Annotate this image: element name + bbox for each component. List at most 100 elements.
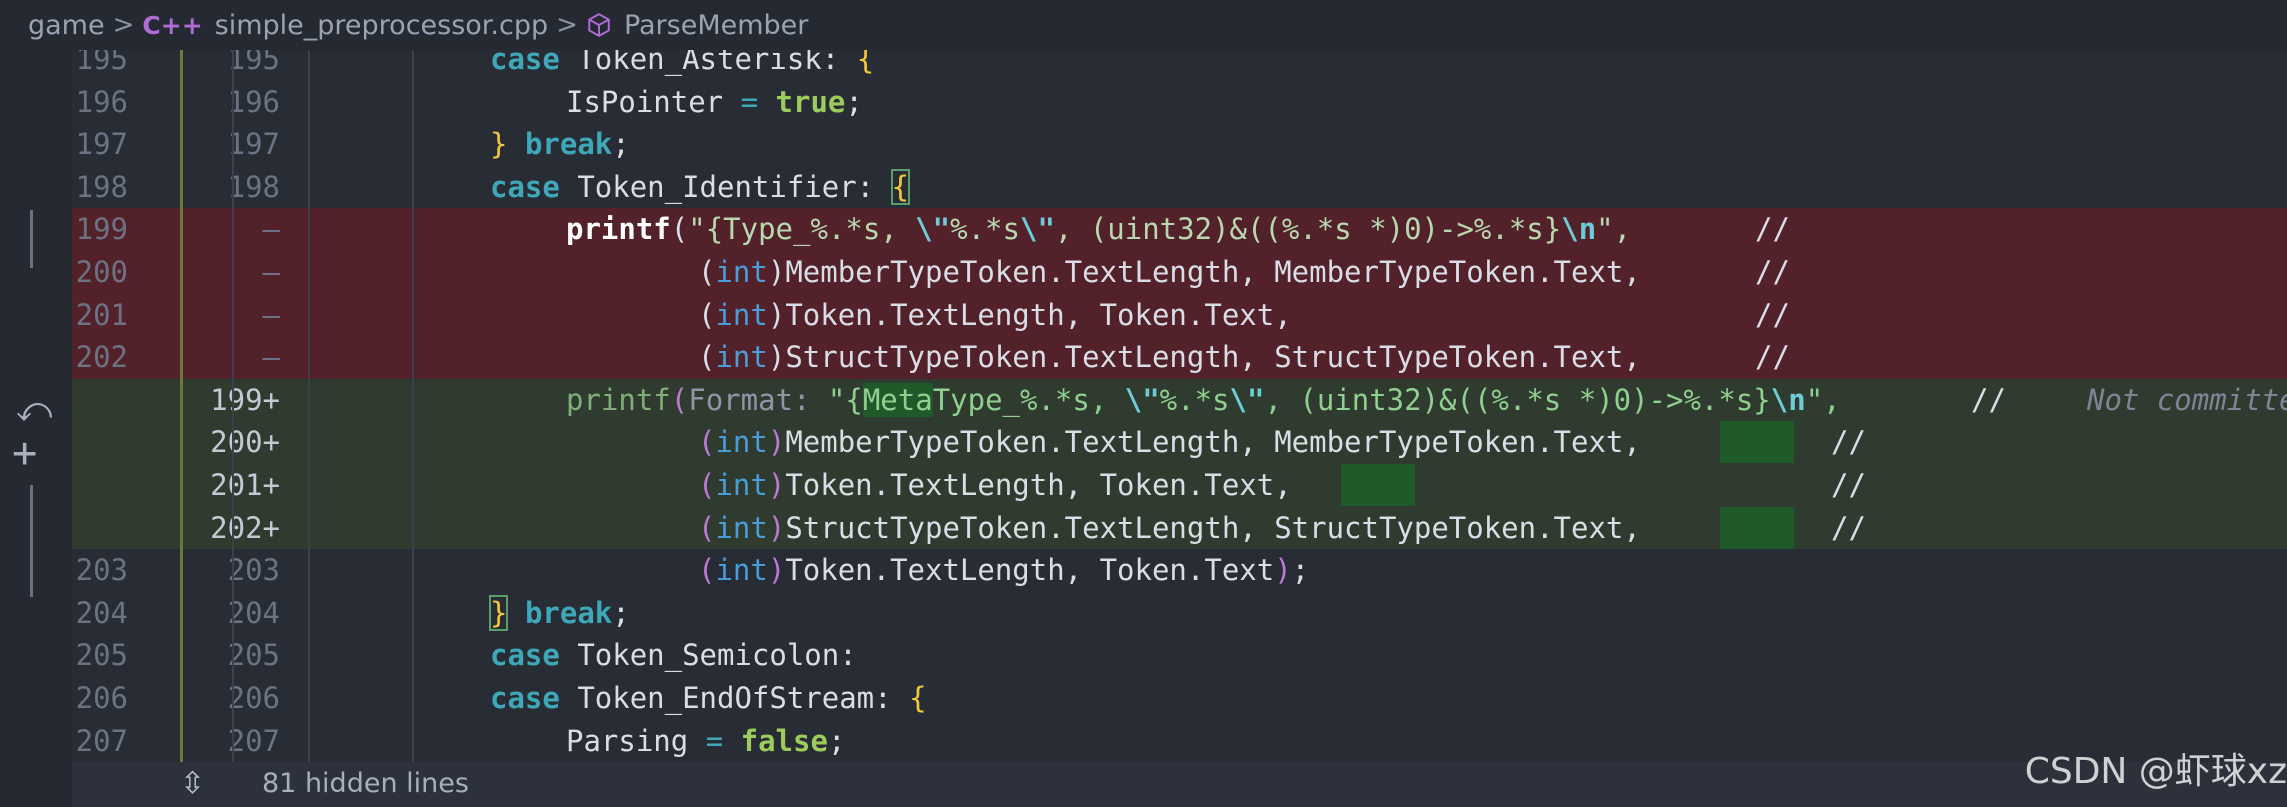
breadcrumb-file[interactable]: simple_preprocessor.cpp xyxy=(215,10,548,41)
semicolon: ; xyxy=(845,84,863,119)
code-line[interactable]: 207 207 Parsing = false; xyxy=(72,720,2287,763)
comment: // xyxy=(1831,425,1866,460)
escape-seq: \n xyxy=(1770,382,1806,417)
added-line[interactable]: 200+ (int)MemberTypeToken.TextLength, Me… xyxy=(72,421,2287,464)
string-literal: "{Type_%.*s, xyxy=(688,212,916,247)
paren: ( xyxy=(698,425,716,460)
whitespace-change-highlight xyxy=(1720,506,1794,549)
comment: // xyxy=(1971,382,2006,417)
code-editor[interactable]: 195 195 case Token_Asterisk: { 196 196 I… xyxy=(72,50,2287,807)
plus-icon[interactable]: + xyxy=(12,428,37,477)
breadcrumb: game > C++ simple_preprocessor.cpp > Par… xyxy=(0,0,2287,50)
hidden-lines-bar[interactable]: ⇳ 81 hidden lines xyxy=(72,762,2287,807)
paren: ( xyxy=(698,255,716,289)
line-number: 203 xyxy=(227,553,280,588)
comment: // xyxy=(1755,212,1790,247)
breadcrumb-folder[interactable]: game xyxy=(28,10,105,41)
type-name: int xyxy=(715,468,768,502)
matching-brace: { xyxy=(890,168,911,205)
added-line[interactable]: 199+ printf(Format: "{MetaType_%.*s, \"%… xyxy=(72,378,2287,422)
line-number: 195 xyxy=(75,50,128,76)
line-number: 201 xyxy=(75,297,128,332)
code-line[interactable]: 203 203 (int)Token.TextLength, Token.Tex… xyxy=(72,549,2287,592)
identifier: Parsing xyxy=(566,723,689,758)
case-label: Token_EndOfStream: xyxy=(577,681,892,715)
keyword: case xyxy=(490,169,560,204)
code-line[interactable]: 198 198 case Token_Identifier: { xyxy=(72,166,2287,211)
type-name: int xyxy=(715,510,768,545)
hidden-lines-label: 81 hidden lines xyxy=(262,768,469,799)
deleted-line[interactable]: 200 — (int)MemberTypeToken.TextLength, M… xyxy=(72,251,2287,294)
keyword: case xyxy=(490,638,560,673)
whitespace-change-highlight xyxy=(1720,421,1794,464)
keyword: case xyxy=(490,681,560,715)
escape-seq: \n xyxy=(1561,212,1597,247)
function-name: printf xyxy=(566,382,671,417)
deleted-line[interactable]: 202 — (int)StructTypeToken.TextLength, S… xyxy=(72,336,2287,379)
line-number: 200+ xyxy=(210,425,280,460)
type-name: int xyxy=(715,255,768,289)
added-line[interactable]: 202+ (int)StructTypeToken.TextLength, St… xyxy=(72,506,2287,550)
deleted-line[interactable]: 201 — (int)Token.TextLength, Token.Text,… xyxy=(72,293,2287,337)
line-number: 205 xyxy=(227,638,280,673)
bool-literal: false xyxy=(740,723,828,758)
brace: } xyxy=(490,127,508,162)
added-line[interactable]: 201+ (int)Token.TextLength, Token.Text, … xyxy=(72,464,2287,507)
line-number: 206 xyxy=(75,681,128,715)
code-line[interactable]: 196 196 IsPointer = true; xyxy=(72,81,2287,124)
breadcrumb-symbol[interactable]: ParseMember xyxy=(624,10,808,41)
line-number: 198 xyxy=(227,169,280,204)
comment: // xyxy=(1831,468,1866,502)
method-cube-icon xyxy=(586,12,612,38)
paren: ( xyxy=(698,510,716,545)
string-literal: , (uint32)&((%.*s *)0)->%.*s} xyxy=(1054,212,1562,247)
function-name: printf xyxy=(566,212,671,247)
line-number: 198 xyxy=(75,169,128,204)
change-marker xyxy=(30,485,33,597)
code-line[interactable]: 204 204 } break; xyxy=(72,592,2287,635)
deleted-line[interactable]: 199 — printf("{Type_%.*s, \"%.*s\", (uin… xyxy=(72,208,2287,251)
line-number: 201+ xyxy=(210,468,280,502)
paren: ( xyxy=(670,382,689,417)
code-line[interactable]: 197 197 } break; xyxy=(72,123,2287,166)
whitespace-change-highlight xyxy=(1341,464,1415,506)
string-literal: ", xyxy=(1596,212,1632,247)
string-literal: Type_%.*s, xyxy=(932,382,1125,417)
semicolon: ; xyxy=(827,723,846,758)
paren: ) xyxy=(767,425,786,460)
parameter-hint: Format: xyxy=(688,382,811,417)
args: StructTypeToken.TextLength, StructTypeTo… xyxy=(785,340,1641,375)
line-number: 202+ xyxy=(210,510,280,545)
semicolon: ; xyxy=(1291,553,1310,588)
line-number: 197 xyxy=(75,127,128,162)
line-number: 205 xyxy=(75,638,128,673)
chevron-right-icon: > xyxy=(556,10,578,40)
unfold-icon[interactable]: ⇳ xyxy=(180,766,205,801)
paren: ) xyxy=(767,297,786,332)
escape-seq: \" xyxy=(915,212,951,247)
args: MemberTypeToken.TextLength, MemberTypeTo… xyxy=(785,255,1641,289)
string-literal-added: Meta xyxy=(862,382,933,417)
operator: = xyxy=(705,723,724,758)
string-literal: %.*s xyxy=(950,212,1020,247)
comment: // xyxy=(1755,297,1790,332)
line-number: 196 xyxy=(75,84,128,119)
comment: // xyxy=(1755,255,1790,289)
watermark: CSDN @虾球xz xyxy=(2024,751,2287,792)
keyword: case xyxy=(490,50,560,76)
paren: ) xyxy=(767,510,786,545)
args: MemberTypeToken.TextLength, MemberTypeTo… xyxy=(785,425,1641,460)
brace: { xyxy=(856,50,875,76)
code-line[interactable]: 205 205 case Token_Semicolon: xyxy=(72,634,2287,677)
cpp-file-icon: C++ xyxy=(142,10,203,40)
paren: ) xyxy=(767,340,786,375)
matching-brace: } xyxy=(488,594,509,631)
type-name: int xyxy=(715,553,768,588)
code-line[interactable]: 195 195 case Token_Asterisk: { xyxy=(72,50,2287,81)
revert-icon[interactable]: ⤺ xyxy=(16,390,52,430)
code-line[interactable]: 206 206 case Token_EndOfStream: { xyxy=(72,677,2287,720)
active-indent-guide xyxy=(180,50,183,762)
line-number: 204 xyxy=(227,595,280,630)
line-number: 197 xyxy=(227,127,280,162)
line-number: 206 xyxy=(227,681,280,715)
